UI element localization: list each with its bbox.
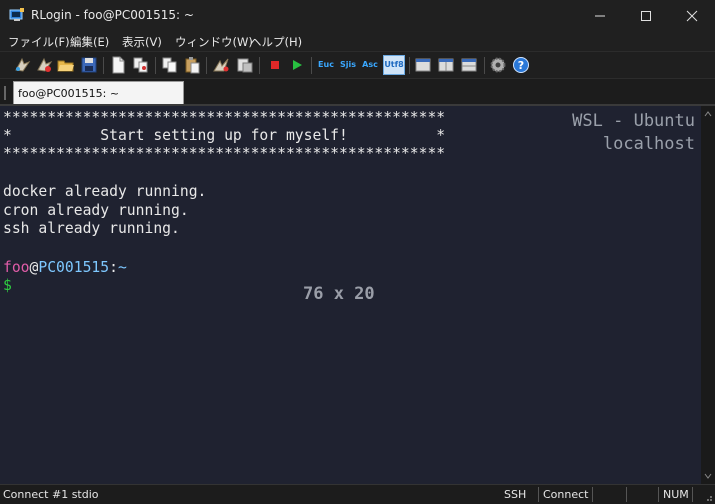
- status-separator: [538, 487, 539, 502]
- stop-icon[interactable]: [266, 56, 284, 74]
- status-connection: Connect #1 stdio: [3, 488, 99, 501]
- banner-bottom: ****************************************…: [3, 145, 446, 162]
- status-bar: Connect #1 stdio SSH Connect NUM: [0, 484, 715, 504]
- tool-icon[interactable]: [212, 56, 230, 74]
- terminal-scrollbar[interactable]: [701, 106, 715, 484]
- tab-session[interactable]: foo@PC001515: ~: [13, 81, 184, 105]
- scroll-down-icon[interactable]: [701, 470, 715, 482]
- split-horizontal-icon[interactable]: [460, 56, 478, 74]
- tab-bar: foo@PC001515: ~: [0, 79, 715, 106]
- maximize-button[interactable]: [623, 0, 669, 31]
- window-layout-icon[interactable]: [414, 56, 432, 74]
- status-separator: [592, 487, 593, 502]
- tab-label: foo@PC001515: ~: [18, 87, 120, 100]
- prompt-symbol: $: [3, 277, 12, 294]
- minimize-button[interactable]: [577, 0, 623, 31]
- menu-bar: ファイル(F) 編集(E) 表示(V) ウィンドウ(W) ヘルプ(H): [0, 31, 715, 51]
- status-separator: [692, 487, 693, 502]
- close-button[interactable]: [669, 0, 715, 31]
- settings-gear-icon[interactable]: [489, 56, 507, 74]
- menu-edit[interactable]: 編集(E): [70, 34, 109, 50]
- prompt-colon: :: [109, 259, 118, 276]
- status-numlock: NUM: [663, 488, 689, 501]
- prompt-path: ~: [117, 259, 127, 276]
- title-bar: RLogin - foo@PC001515: ~: [0, 0, 715, 31]
- tab-grip: [4, 86, 6, 100]
- window-title: RLogin - foo@PC001515: ~: [31, 8, 194, 22]
- toolbar-separator: [155, 57, 156, 74]
- shell-prompt: foo@PC001515:~: [3, 259, 127, 277]
- split-vertical-icon[interactable]: [437, 56, 455, 74]
- host-info-system: WSL - Ubuntu: [572, 111, 695, 131]
- connect-icon[interactable]: [35, 56, 53, 74]
- menu-view[interactable]: 表示(V): [122, 34, 162, 50]
- toolbar-separator: [409, 57, 410, 74]
- status-message-docker: docker already running.: [3, 183, 207, 200]
- banner-message: * Start setting up for myself! *: [3, 127, 446, 144]
- euc-button[interactable]: Euc: [317, 56, 335, 74]
- status-protocol: SSH: [504, 488, 527, 501]
- server-icon[interactable]: [236, 56, 254, 74]
- play-icon[interactable]: [288, 56, 306, 74]
- menu-help[interactable]: ヘルプ(H): [250, 34, 302, 50]
- sjis-button[interactable]: Sjis: [339, 56, 357, 74]
- host-info-hostname: localhost: [602, 134, 695, 154]
- toolbar-separator: [259, 57, 260, 74]
- toolbar-separator: [103, 57, 104, 74]
- status-separator: [658, 487, 659, 502]
- terminal-screen[interactable]: ****************************************…: [0, 106, 701, 484]
- document-icon[interactable]: [109, 56, 127, 74]
- scroll-up-icon[interactable]: [701, 108, 715, 120]
- rlogin-app-icon: [9, 8, 24, 21]
- close-icon: [686, 10, 698, 21]
- status-separator: [626, 487, 627, 502]
- menu-window[interactable]: ウィンドウ(W): [175, 34, 253, 50]
- save-icon[interactable]: [80, 56, 98, 74]
- svg-text:?: ?: [518, 59, 524, 72]
- banner-top: ****************************************…: [3, 109, 446, 126]
- asc-button[interactable]: Asc: [361, 56, 379, 74]
- resize-grip-icon[interactable]: [703, 492, 713, 502]
- copy-icon[interactable]: [161, 56, 179, 74]
- toolbar-separator: [206, 57, 207, 74]
- status-message-cron: cron already running.: [3, 202, 189, 219]
- toolbar: Euc Sjis Asc Utf8 ?: [0, 51, 715, 79]
- toolbar-separator: [484, 57, 485, 74]
- open-folder-icon[interactable]: [57, 56, 75, 74]
- prompt-host: PC001515: [38, 259, 110, 276]
- help-icon[interactable]: ?: [512, 56, 530, 74]
- utf8-button[interactable]: Utf8: [383, 55, 405, 75]
- new-connection-icon[interactable]: [13, 56, 31, 74]
- minimize-icon: [595, 15, 605, 16]
- menu-file[interactable]: ファイル(F): [8, 34, 70, 50]
- toolbar-separator: [311, 57, 312, 74]
- status-connect: Connect: [543, 488, 589, 501]
- prompt-user: foo: [3, 259, 30, 276]
- terminal-size-overlay: 76 x 20: [303, 284, 375, 304]
- paste-icon[interactable]: [183, 56, 201, 74]
- duplicate-icon[interactable]: [132, 56, 150, 74]
- maximize-icon: [641, 10, 651, 21]
- status-message-ssh: ssh already running.: [3, 220, 180, 237]
